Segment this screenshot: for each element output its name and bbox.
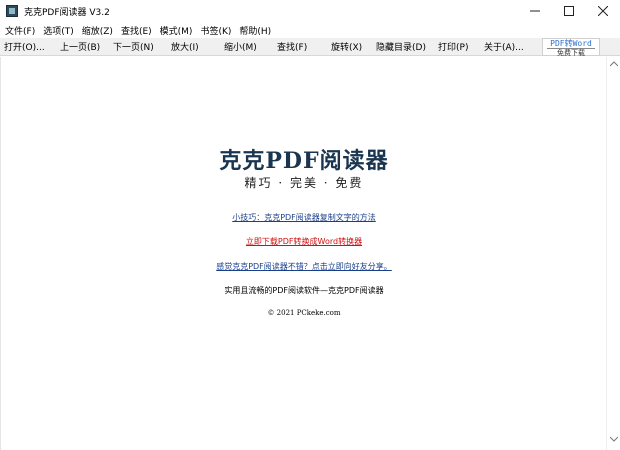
download-link[interactable]: 立即下载PDF转换成Word转换器 bbox=[246, 237, 362, 246]
menu-options[interactable]: 选项(T) bbox=[43, 24, 74, 37]
rotate-button[interactable]: 旋转(X) bbox=[331, 40, 362, 53]
scroll-up-icon[interactable] bbox=[609, 61, 619, 69]
hide-toc-button[interactable]: 隐藏目录(D) bbox=[376, 40, 426, 53]
maximize-icon bbox=[564, 6, 574, 16]
tip-link[interactable]: 小技巧：克克PDF阅读器复制文字的方法 bbox=[232, 213, 376, 222]
toolbar: 打开(O)... 上一页(B) 下一页(N) 放大(I) 缩小(M) 查找(F)… bbox=[0, 38, 620, 57]
pdf-to-word-promo[interactable]: PDF转Word 免费下载 bbox=[542, 38, 600, 57]
copyright: © 2021 PCkeke.com bbox=[267, 309, 341, 317]
minimize-button[interactable] bbox=[518, 0, 552, 22]
logo-title: 克克PDF阅读器 bbox=[219, 148, 389, 174]
menu-find[interactable]: 查找(E) bbox=[121, 24, 152, 37]
window-controls bbox=[518, 0, 620, 22]
prev-page-button[interactable]: 上一页(B) bbox=[60, 40, 100, 53]
promo-subtitle: 免费下载 bbox=[547, 48, 595, 57]
find-button[interactable]: 查找(F) bbox=[277, 40, 307, 53]
print-button[interactable]: 打印(P) bbox=[438, 40, 468, 53]
tagline: 实用且流畅的PDF阅读软件—克克PDF阅读器 bbox=[224, 286, 384, 295]
title-bar: 克克PDF阅读器 V3.2 bbox=[0, 0, 620, 22]
download-link-row: 立即下载PDF转换成Word转换器 bbox=[1, 236, 607, 247]
zoom-out-button[interactable]: 缩小(M) bbox=[224, 40, 257, 53]
copyright-row: © 2021 PCkeke.com bbox=[1, 309, 607, 317]
open-button[interactable]: 打开(O)... bbox=[4, 40, 45, 53]
logo-subtitle: 精巧 · 完美 · 免费 bbox=[244, 176, 364, 190]
promo-title: PDF转Word bbox=[550, 39, 592, 48]
next-page-button[interactable]: 下一页(N) bbox=[113, 40, 154, 53]
minimize-icon bbox=[530, 10, 540, 12]
close-button[interactable] bbox=[586, 0, 620, 22]
share-link[interactable]: 感觉克克PDF阅读器不错？点击立即向好友分享。 bbox=[216, 262, 392, 271]
menu-file[interactable]: 文件(F) bbox=[5, 24, 35, 37]
share-link-row: 感觉克克PDF阅读器不错？点击立即向好友分享。 bbox=[1, 261, 607, 272]
app-icon bbox=[6, 5, 18, 17]
document-area[interactable]: 克克PDF阅读器 精巧 · 完美 · 免费 小技巧：克克PDF阅读器复制文字的方… bbox=[0, 57, 606, 450]
about-button[interactable]: 关于(A)... bbox=[484, 40, 524, 53]
close-icon bbox=[598, 6, 608, 16]
menu-help[interactable]: 帮助(H) bbox=[239, 24, 271, 37]
maximize-button[interactable] bbox=[552, 0, 586, 22]
scroll-down-icon[interactable] bbox=[609, 436, 619, 444]
window-title: 克克PDF阅读器 V3.2 bbox=[24, 7, 110, 18]
menu-mode[interactable]: 模式(M) bbox=[160, 24, 193, 37]
menu-bar: 文件(F) 选项(T) 缩放(Z) 查找(E) 模式(M) 书签(K) 帮助(H… bbox=[0, 22, 620, 38]
zoom-in-button[interactable]: 放大(I) bbox=[171, 40, 199, 53]
tagline-row: 实用且流畅的PDF阅读软件—克克PDF阅读器 bbox=[1, 285, 607, 296]
tip-link-row: 小技巧：克克PDF阅读器复制文字的方法 bbox=[1, 212, 607, 223]
menu-bookmark[interactable]: 书签(K) bbox=[200, 24, 231, 37]
menu-zoom[interactable]: 缩放(Z) bbox=[82, 24, 113, 37]
vertical-scrollbar[interactable] bbox=[606, 57, 620, 450]
